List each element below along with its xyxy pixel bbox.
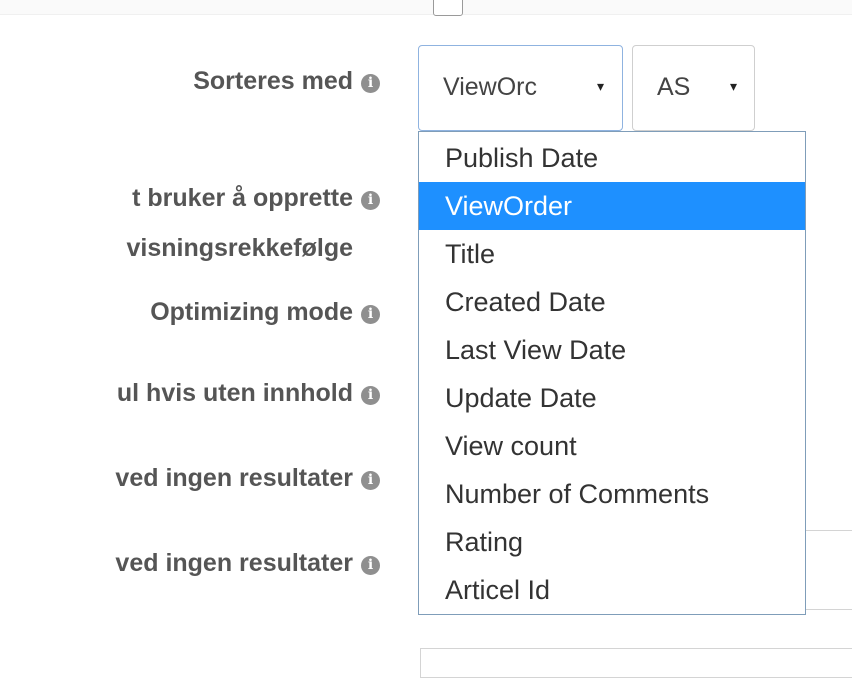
hide-if-empty-label: ul hvis uten innhold i	[117, 378, 380, 409]
info-icon[interactable]: i	[361, 556, 380, 575]
dropdown-option[interactable]: ViewOrder	[419, 182, 805, 230]
sort-field-select[interactable]: ViewOrc ▾	[418, 45, 623, 131]
checkbox[interactable]	[433, 0, 463, 16]
no-results-label-1: ved ingen resultater i	[115, 463, 380, 494]
text-input[interactable]	[420, 648, 852, 678]
no-results-label-2: ved ingen resultater i	[115, 548, 380, 579]
optimizing-mode-label: Optimizing mode i	[150, 297, 380, 328]
info-icon[interactable]: i	[361, 386, 380, 405]
info-icon[interactable]: i	[361, 471, 380, 490]
dropdown-option[interactable]: Created Date	[419, 278, 805, 326]
sort-field-dropdown-list: Publish Date ViewOrder Title Created Date La…	[418, 131, 806, 615]
sort-by-label: Sorteres med i	[193, 66, 380, 97]
sort-direction-select[interactable]: AS ▾	[632, 45, 755, 131]
dropdown-option[interactable]: View count	[419, 422, 805, 470]
allow-user-order-label-line2: visningsrekkefølge	[126, 234, 353, 262]
caret-down-icon: ▾	[597, 78, 605, 94]
dropdown-option[interactable]: Last View Date	[419, 326, 805, 374]
top-band	[0, 0, 852, 15]
dropdown-option[interactable]: Title	[419, 230, 805, 278]
dropdown-option[interactable]: Articel Id	[419, 566, 805, 614]
dropdown-option[interactable]: Publish Date	[419, 134, 805, 182]
dropdown-option[interactable]: Update Date	[419, 374, 805, 422]
info-icon[interactable]: i	[361, 305, 380, 324]
info-icon[interactable]: i	[361, 74, 380, 93]
allow-user-order-label: t bruker å opprette i	[132, 183, 380, 214]
dropdown-option[interactable]: Number of Comments	[419, 470, 805, 518]
dropdown-option[interactable]: Rating	[419, 518, 805, 566]
caret-down-icon: ▾	[730, 78, 738, 94]
info-icon[interactable]: i	[361, 191, 380, 210]
